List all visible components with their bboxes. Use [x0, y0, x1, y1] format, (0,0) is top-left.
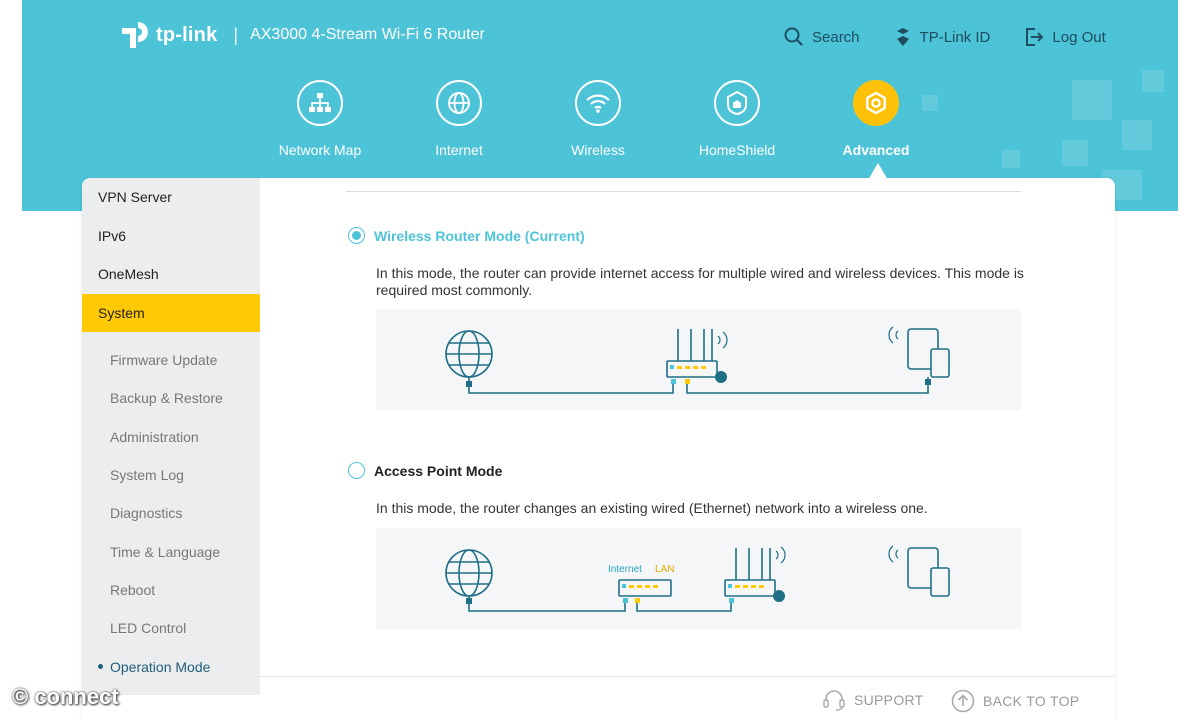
support-link[interactable]: SUPPORT: [822, 689, 924, 711]
main-nav: Network Map Internet Wireless HomeShield…: [0, 80, 1200, 180]
user-id-icon: [896, 28, 909, 46]
mode-title: Wireless Router Mode (Current): [374, 227, 585, 244]
nav-wireless[interactable]: Wireless: [538, 80, 658, 158]
footer: SUPPORT BACK TO TOP: [260, 676, 1115, 720]
router-model: AX3000 4-Stream Wi-Fi 6 Router: [250, 26, 485, 43]
logout-icon: [1026, 28, 1044, 46]
sidebar-item-ipv6[interactable]: IPv6: [82, 217, 260, 256]
diagram-lan-label: LAN: [655, 564, 674, 575]
nav-label: Internet: [435, 142, 483, 158]
tp-link-logo-icon: [122, 22, 148, 48]
radio-unselected[interactable]: [348, 462, 365, 479]
tp-link-logo[interactable]: tp-link: [118, 18, 217, 52]
router-mode-diagram: [376, 309, 1021, 410]
divider: [346, 191, 1021, 192]
sidebar-sub-led-control[interactable]: LED Control: [82, 609, 260, 647]
sidebar-sub-administration[interactable]: Administration: [82, 418, 260, 456]
sidebar-sub-reboot[interactable]: Reboot: [82, 571, 260, 609]
sidebar-sub-backup-restore[interactable]: Backup & Restore: [82, 379, 260, 417]
sidebar-sub-label: Operation Mode: [110, 658, 211, 675]
radio-selected[interactable]: [348, 227, 365, 244]
sidebar-item-vpn-server[interactable]: VPN Server: [82, 178, 260, 217]
sidebar-sub-system-log[interactable]: System Log: [82, 456, 260, 494]
system-sub-menu: Firmware Update Backup & Restore Adminis…: [82, 332, 260, 686]
logout-label: Log Out: [1052, 28, 1106, 46]
logout-button[interactable]: Log Out: [1024, 27, 1106, 47]
arrow-up-circle-icon: [951, 689, 975, 713]
tplink-id-label: TP-Link ID: [919, 28, 991, 46]
nav-label: Network Map: [278, 142, 362, 158]
gear-icon: [853, 80, 899, 126]
brand-name: tp-link: [156, 23, 218, 46]
headset-icon: [823, 690, 845, 711]
watermark: © connect: [12, 684, 119, 709]
active-nav-caret: [868, 163, 888, 180]
wifi-icon: [575, 80, 621, 126]
globe-icon: [436, 80, 482, 126]
nav-label: Wireless: [571, 142, 625, 158]
nav-advanced[interactable]: Advanced: [816, 80, 936, 158]
access-point-mode-radio[interactable]: Access Point Mode: [348, 462, 502, 479]
mode-title: Access Point Mode: [374, 462, 503, 479]
sidebar-sub-operation-mode[interactable]: Operation Mode: [82, 647, 260, 685]
content-card: VPN Server IPv6 OneMesh System Firmware …: [82, 178, 1115, 720]
nav-homeshield[interactable]: HomeShield: [677, 80, 797, 158]
access-point-mode-diagram: Internet LAN: [376, 528, 1021, 629]
search-button[interactable]: Search: [784, 27, 860, 47]
nav-label: HomeShield: [698, 142, 776, 158]
search-label: Search: [812, 28, 860, 46]
network-map-icon: [297, 80, 343, 126]
active-dot: [98, 664, 103, 670]
mode-description: In this mode, the router can provide int…: [376, 265, 1024, 298]
sidebar-item-system[interactable]: System: [82, 293, 260, 332]
operation-mode-content: Wireless Router Mode (Current) In this m…: [260, 178, 1115, 675]
sidebar: VPN Server IPv6 OneMesh System Firmware …: [82, 178, 260, 695]
nav-label: Advanced: [842, 142, 910, 158]
shield-home-icon: [714, 80, 760, 126]
brand-separator: |: [233, 24, 239, 45]
support-label: SUPPORT: [854, 692, 924, 708]
mode-description: In this mode, the router changes an exis…: [376, 500, 928, 516]
brand: tp-link | AX3000 4-Stream Wi-Fi 6 Router: [118, 18, 485, 52]
sidebar-item-onemesh[interactable]: OneMesh: [82, 255, 260, 294]
sidebar-sub-time-language[interactable]: Time & Language: [82, 532, 260, 570]
diagram-internet-label: Internet: [608, 564, 642, 575]
search-icon: [784, 27, 803, 46]
sidebar-sub-diagnostics[interactable]: Diagnostics: [82, 494, 260, 532]
top-actions-bar: Search TP-Link ID Log Out: [784, 27, 1106, 47]
back-to-top-link[interactable]: BACK TO TOP: [951, 689, 1079, 713]
tplink-id-button[interactable]: TP-Link ID: [894, 27, 991, 47]
nav-network-map[interactable]: Network Map: [260, 80, 380, 158]
wireless-router-mode-radio[interactable]: Wireless Router Mode (Current): [348, 227, 585, 244]
back-to-top-label: BACK TO TOP: [983, 693, 1080, 709]
sidebar-sub-firmware-update[interactable]: Firmware Update: [82, 341, 260, 379]
nav-internet[interactable]: Internet: [399, 80, 519, 158]
